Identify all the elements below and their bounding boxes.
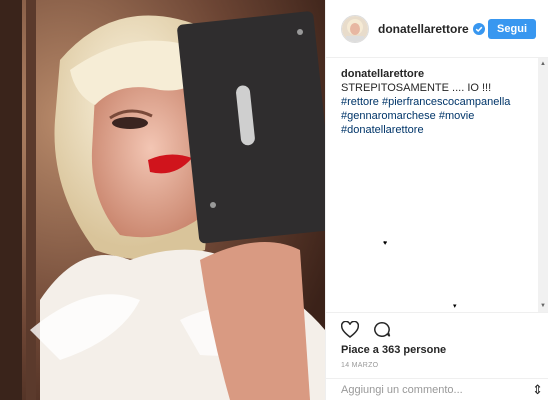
cursor-marker-icon: ▾ — [453, 303, 457, 310]
caption-text: STREPITOSAMENTE .... IO !!! — [341, 82, 492, 94]
follow-button[interactable]: Segui — [488, 18, 536, 39]
scrollbar[interactable]: ▲ ▼ — [538, 58, 548, 312]
verified-badge-icon — [472, 22, 485, 35]
likes-count[interactable]: Piace a 363 persone — [341, 344, 446, 356]
scroll-up-icon[interactable]: ▲ — [540, 60, 546, 68]
more-icon[interactable]: ⇕ — [532, 382, 543, 398]
hashtag-link[interactable]: #rettore — [341, 96, 379, 108]
comment-icon[interactable] — [373, 321, 391, 343]
post-side-panel: donatellarettore Segui donatellarettore … — [325, 0, 548, 400]
username-link[interactable]: donatellarettore — [378, 22, 469, 36]
caption-username[interactable]: donatellarettore — [341, 68, 424, 80]
caption-area: donatellarettore STREPITOSAMENTE .... IO… — [326, 58, 539, 312]
avatar-image — [342, 15, 368, 42]
hashtag-link[interactable]: #donatellarettore — [341, 124, 424, 136]
post-image — [0, 0, 325, 400]
hashtag-link[interactable]: #gennaromarchese — [341, 110, 436, 122]
cursor-marker-icon: ♥ — [383, 240, 388, 247]
hashtag-link[interactable]: #pierfrancescocampanella — [382, 96, 510, 108]
add-comment-bar: ⇕ — [326, 378, 548, 400]
post-date: 14 MARZO — [341, 362, 379, 369]
scroll-down-icon[interactable]: ▼ — [540, 302, 546, 310]
hashtag-link[interactable]: #movie — [439, 110, 474, 122]
post-photo[interactable] — [0, 0, 325, 400]
action-bar — [326, 312, 548, 343]
avatar[interactable] — [341, 14, 369, 43]
post-header: donatellarettore Segui — [326, 0, 548, 58]
heart-icon[interactable] — [340, 320, 360, 343]
comment-input[interactable] — [341, 383, 501, 396]
